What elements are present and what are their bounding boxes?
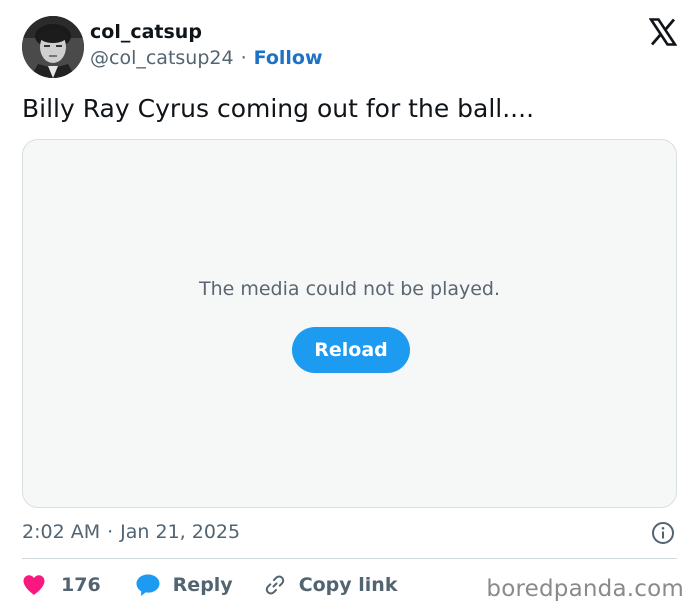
tweet-header: col_catsup @col_catsup24 · Follow	[22, 16, 323, 78]
copy-link-button[interactable]: Copy link	[263, 573, 398, 597]
reply-button[interactable]: Reply	[135, 573, 233, 597]
avatar-photo-icon	[22, 16, 84, 78]
like-button[interactable]: 176	[22, 574, 101, 596]
timestamp[interactable]: 2:02 AM · Jan 21, 2025	[22, 519, 240, 545]
info-icon[interactable]	[651, 521, 675, 545]
avatar[interactable]	[22, 16, 84, 78]
copy-link-label: Copy link	[298, 574, 398, 596]
media-error-message: The media could not be played.	[198, 278, 501, 300]
tweet-text: Billy Ray Cyrus coming out for the ball.…	[22, 94, 535, 123]
tweet-time[interactable]: 2:02 AM	[22, 519, 100, 545]
divider	[22, 558, 677, 559]
tweet-embed: col_catsup @col_catsup24 · Follow Billy …	[0, 0, 700, 612]
media-container: The media could not be played. Reload	[22, 139, 677, 508]
like-count: 176	[61, 574, 101, 596]
reply-bubble-icon	[136, 574, 160, 596]
handle-row: @col_catsup24 · Follow	[90, 45, 323, 71]
reply-label: Reply	[172, 574, 233, 596]
x-logo-icon[interactable]	[648, 18, 678, 46]
tweet-date[interactable]: Jan 21, 2025	[120, 519, 240, 545]
heart-icon	[23, 575, 45, 595]
author-names: col_catsup @col_catsup24 · Follow	[90, 19, 323, 71]
follow-button[interactable]: Follow	[254, 45, 323, 71]
timestamp-separator: ·	[107, 521, 114, 543]
watermark: boredpanda.com	[486, 576, 684, 602]
handle-separator: ·	[240, 47, 247, 69]
link-icon	[265, 575, 284, 595]
action-bar: 176 Reply Copy link	[22, 570, 397, 600]
reload-button[interactable]: Reload	[292, 327, 410, 373]
display-name[interactable]: col_catsup	[90, 19, 323, 45]
handle[interactable]: @col_catsup24	[90, 45, 234, 71]
